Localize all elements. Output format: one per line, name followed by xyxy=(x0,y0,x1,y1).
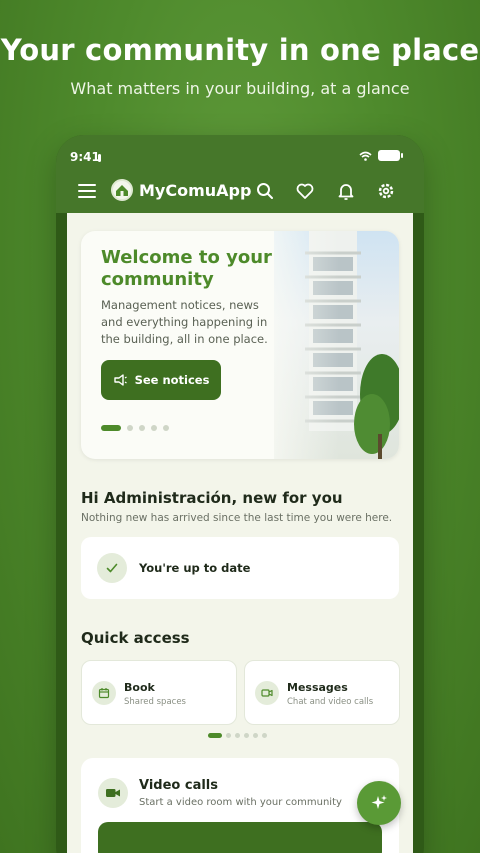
video-calls-subtitle: Start a video room with your community xyxy=(139,797,342,808)
book-label: Book xyxy=(124,681,155,694)
top-app-bar: MyComuApp xyxy=(56,173,424,213)
quick-access-book[interactable]: Book Shared spaces xyxy=(81,660,237,725)
video-camera-icon xyxy=(98,778,128,808)
battery-icon xyxy=(378,150,403,161)
calendar-icon xyxy=(92,681,116,705)
promo-subtitle: What matters in your building, at a glan… xyxy=(70,79,410,98)
phone-frame: 9:41 MyComuApp Welcome to your community… xyxy=(56,135,424,853)
carousel-dot[interactable] xyxy=(139,425,145,431)
sparkle-icon xyxy=(371,795,387,809)
carousel-dot[interactable] xyxy=(163,425,169,431)
gear-icon[interactable] xyxy=(376,181,396,201)
messages-sublabel: Chat and video calls xyxy=(287,697,374,707)
promo-title: Your community in one place xyxy=(0,33,480,67)
welcome-title: Welcome to your community xyxy=(101,247,272,290)
welcome-banner: Welcome to your community Management not… xyxy=(81,231,399,459)
video-calls-card: Video calls Start a video room with your… xyxy=(81,758,399,853)
app-logo-icon xyxy=(111,179,133,201)
quick-access-messages[interactable]: Messages Chat and video calls xyxy=(244,660,400,725)
see-notices-button[interactable]: See notices xyxy=(101,360,221,400)
messages-label: Messages xyxy=(287,681,348,694)
main-content: Welcome to your community Management not… xyxy=(67,213,413,853)
carousel-dot[interactable] xyxy=(262,733,267,738)
heart-icon[interactable] xyxy=(295,181,315,201)
tree-illustration xyxy=(354,354,399,459)
megaphone-icon xyxy=(113,374,127,386)
wifi-icon xyxy=(359,151,372,161)
carousel-dot[interactable] xyxy=(127,425,133,431)
video-camera-icon xyxy=(255,681,279,705)
video-calls-title: Video calls xyxy=(139,778,218,793)
check-icon xyxy=(97,553,127,583)
greeting-title: Hi Administración, new for you xyxy=(81,489,343,507)
start-video-room-button[interactable] xyxy=(98,822,382,853)
carousel-dot[interactable] xyxy=(151,425,157,431)
up-to-date-label: You're up to date xyxy=(139,561,251,575)
quick-access-carousel-indicator xyxy=(208,733,267,738)
carousel-dot[interactable] xyxy=(226,733,231,738)
see-notices-label: See notices xyxy=(134,373,210,387)
search-icon[interactable] xyxy=(255,181,275,201)
app-title: MyComuApp xyxy=(139,181,252,200)
carousel-dot[interactable] xyxy=(253,733,258,738)
notification-dot-icon xyxy=(98,154,101,162)
quick-access-title: Quick access xyxy=(81,629,190,647)
up-to-date-card: You're up to date xyxy=(81,537,399,599)
assistant-fab[interactable] xyxy=(357,781,401,825)
carousel-dot[interactable] xyxy=(101,425,121,431)
carousel-dot[interactable] xyxy=(235,733,240,738)
carousel-dot[interactable] xyxy=(244,733,249,738)
book-sublabel: Shared spaces xyxy=(124,697,186,707)
menu-icon[interactable] xyxy=(78,184,96,198)
greeting-subtitle: Nothing new has arrived since the last t… xyxy=(81,512,393,524)
status-bar: 9:41 xyxy=(56,135,424,173)
bell-icon[interactable] xyxy=(336,181,356,201)
hero-carousel-indicator xyxy=(101,425,169,431)
status-time: 9:41 xyxy=(70,150,100,164)
status-icons xyxy=(359,150,403,161)
carousel-dot[interactable] xyxy=(208,733,222,738)
welcome-text: Management notices, news and everything … xyxy=(101,298,268,346)
